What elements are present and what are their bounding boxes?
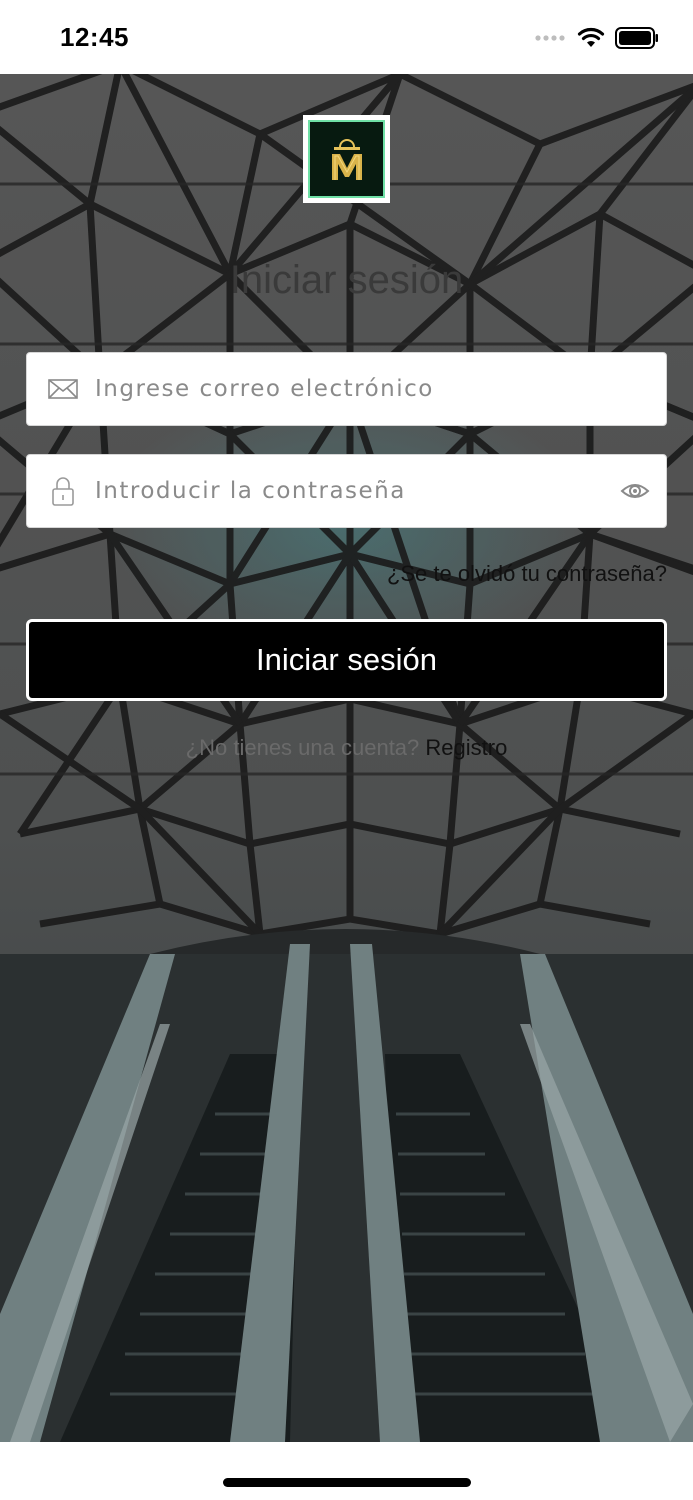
status-time: 12:45: [60, 22, 129, 52]
forgot-password-link[interactable]: ¿Se te olvidó tu contraseña?: [387, 561, 667, 587]
app-logo: [303, 115, 390, 203]
status-bar: 12:45: [0, 0, 693, 74]
home-indicator-area: [0, 1442, 693, 1500]
register-question: ¿No tienes una cuenta?: [185, 735, 420, 760]
lock-icon: [52, 477, 74, 506]
status-icons: [535, 24, 659, 52]
register-prompt: ¿No tienes una cuenta? Registro: [0, 735, 693, 761]
email-field[interactable]: [26, 352, 667, 426]
password-input[interactable]: [95, 455, 606, 527]
password-field[interactable]: [26, 454, 667, 528]
login-button[interactable]: Iniciar sesión: [26, 619, 667, 701]
home-indicator[interactable]: [223, 1478, 471, 1487]
mail-icon: [48, 379, 78, 399]
shopping-bag-icon: [332, 139, 362, 180]
register-link[interactable]: Registro: [425, 735, 507, 760]
eye-icon[interactable]: [620, 479, 650, 503]
email-input[interactable]: [95, 353, 606, 425]
logo-mark: [308, 120, 385, 198]
battery-icon: [615, 27, 658, 49]
signal-dots-icon: [535, 35, 565, 41]
page-title: Iniciar sesión: [229, 258, 464, 302]
wifi-icon: [577, 27, 605, 47]
